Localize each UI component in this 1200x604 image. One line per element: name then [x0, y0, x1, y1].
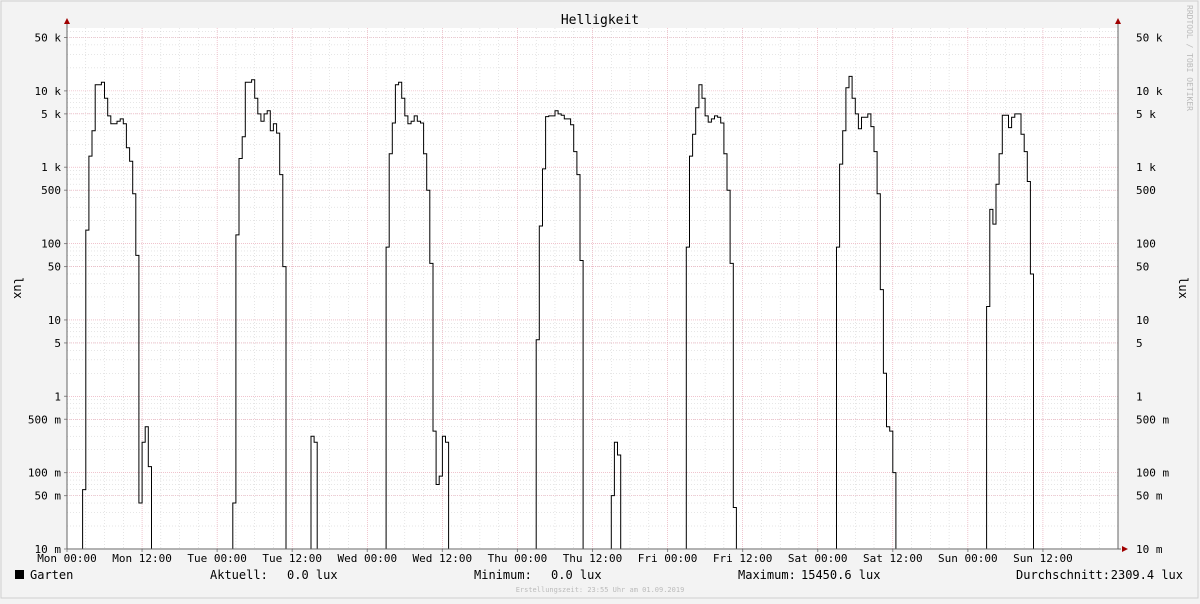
x-tick-label: Thu 00:00 [488, 552, 548, 565]
y-tick-label-left: 5 [54, 337, 61, 350]
legend-swatch [15, 570, 24, 579]
x-tick-label: Mon 00:00 [37, 552, 97, 565]
rrdtool-watermark: RRDTOOL / TOBI OETIKER [1185, 5, 1194, 111]
y-tick-label-right: 500 [1136, 184, 1156, 197]
x-tick-label: Fri 00:00 [638, 552, 698, 565]
y-tick-label-right: 1 k [1136, 161, 1156, 174]
legend-min-label: Minimum: [474, 568, 532, 582]
x-tick-label: Thu 12:00 [563, 552, 623, 565]
x-tick-label: Sat 12:00 [863, 552, 923, 565]
y-tick-label-left: 500 m [28, 413, 61, 426]
legend-min-value: 0.0 lux [551, 568, 602, 582]
y-tick-label-left: 10 [48, 314, 61, 327]
x-tick-label: Wed 00:00 [337, 552, 397, 565]
y-tick-label-right: 100 m [1136, 467, 1169, 480]
y-tick-label-right: 5 [1136, 337, 1143, 350]
chart-svg: 10 m 10 m50 m 50 m100 m 100 m500 m 500 m1 15 5… [0, 0, 1200, 600]
x-tick-label: Tue 12:00 [262, 552, 322, 565]
y-tick-label-right: 5 k [1136, 108, 1156, 121]
y-tick-label-right: 10 k [1136, 85, 1163, 98]
x-tick-label: Sun 00:00 [938, 552, 998, 565]
y-tick-label-right: 50 m [1136, 490, 1163, 503]
y-tick-label-right: 50 k [1136, 32, 1163, 45]
y-tick-label-right: 10 m [1136, 543, 1163, 556]
legend-max-label: Maximum: [738, 568, 796, 582]
y-tick-label-right: 1 [1136, 390, 1143, 403]
rrd-graph: 10 m 10 m 50 m 50 m 100 m 100 m 500 m 500 m1155… [0, 0, 1200, 600]
y-tick-label-right: 100 [1136, 238, 1156, 251]
y-tick-label-left: 100 [41, 238, 61, 251]
y-tick-label-left: 50 [48, 261, 61, 274]
legend-max-value: 15450.6 lux [801, 568, 880, 582]
y-tick-label-right: 500 m [1136, 413, 1169, 426]
creation-timestamp: Erstellungszeit: 23:55 Uhr am 01.09.2019 [516, 586, 685, 594]
y-tick-label-left: 1 [54, 390, 61, 403]
x-tick-label: Sun 12:00 [1013, 552, 1073, 565]
y-tick-label-left: 1 k [41, 161, 61, 174]
chart-title: Helligkeit [561, 13, 639, 28]
y-tick-label-left: 50 m [35, 490, 62, 503]
x-tick-label: Mon 12:00 [112, 552, 172, 565]
y-tick-label-left: 500 [41, 184, 61, 197]
x-tick-label: Tue 00:00 [187, 552, 247, 565]
x-tick-label: Wed 12:00 [413, 552, 473, 565]
y-tick-label-right: 50 [1136, 261, 1149, 274]
legend-avg-label: Durchschnitt: [1016, 568, 1110, 582]
y-axis-label-left: lux [11, 277, 25, 299]
y-axis-label-right: lux [1176, 277, 1190, 299]
x-tick-label: Fri 12:00 [713, 552, 773, 565]
legend-series-name: Garten [30, 568, 73, 582]
y-tick-label-right: 10 [1136, 314, 1149, 327]
x-tick-label: Sat 00:00 [788, 552, 848, 565]
legend-current-label: Aktuell: [210, 568, 268, 582]
y-tick-label-left: 100 m [28, 467, 61, 480]
y-tick-label-left: 50 k [35, 32, 62, 45]
y-tick-label-left: 5 k [41, 108, 61, 121]
legend-avg-value: 2309.4 lux [1111, 568, 1183, 582]
legend-current-value: 0.0 lux [287, 568, 338, 582]
y-tick-label-left: 10 k [35, 85, 62, 98]
